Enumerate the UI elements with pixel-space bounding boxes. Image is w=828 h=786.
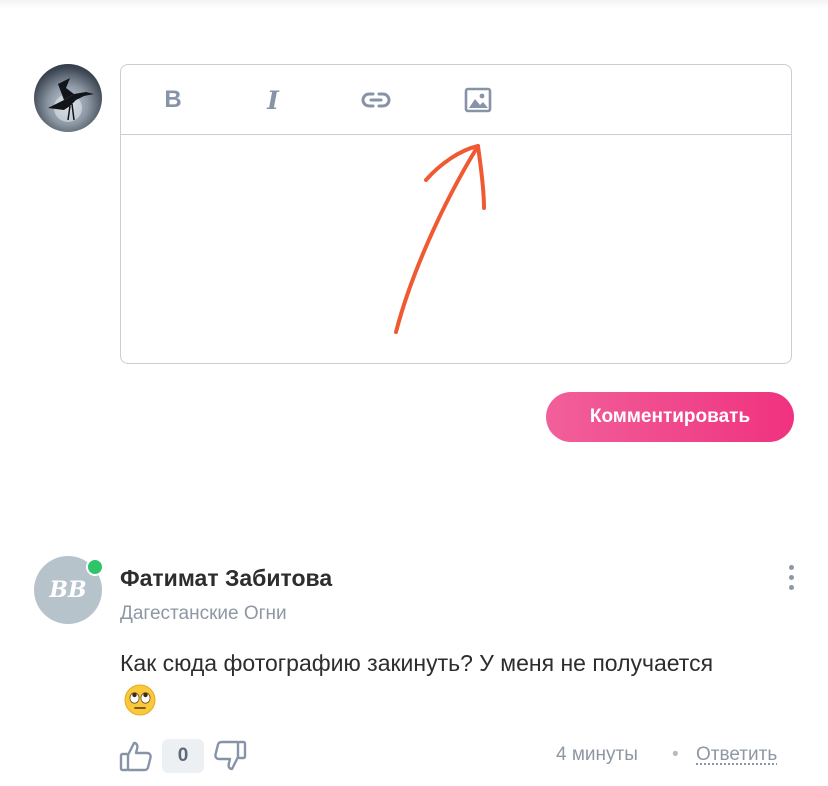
link-icon — [361, 92, 391, 108]
comment-timestamp: 4 минуты — [556, 744, 638, 765]
editor-toolbar: B I — [121, 65, 791, 135]
comment-author-name[interactable]: Фатимат Забитова — [120, 565, 332, 592]
comment-author-source: Дагестанские Огни — [120, 603, 287, 624]
comment-editor[interactable]: B I — [120, 64, 792, 364]
like-count: 0 — [162, 739, 204, 773]
comment-text: Как сюда фотографию закинуть? У меня не … — [120, 650, 714, 676]
comment-body: Как сюда фотографию закинуть? У меня не … — [120, 644, 720, 722]
online-status-indicator — [86, 558, 104, 576]
like-button[interactable] — [118, 738, 154, 774]
image-icon — [464, 87, 492, 113]
more-dot-icon — [788, 564, 794, 570]
more-options-button[interactable] — [778, 560, 804, 594]
thumbs-down-icon — [214, 740, 247, 771]
current-user-avatar — [34, 64, 102, 132]
top-divider-shadow — [0, 0, 828, 8]
reply-link[interactable]: Ответить — [696, 744, 777, 766]
insert-image-button[interactable] — [461, 83, 495, 117]
bold-button[interactable]: B — [156, 83, 190, 117]
more-dot-icon — [788, 584, 794, 590]
thumbs-up-icon — [119, 741, 152, 772]
dislike-button[interactable] — [212, 738, 248, 774]
comment-text-area[interactable] — [121, 135, 791, 363]
italic-button[interactable]: I — [256, 83, 290, 117]
link-button[interactable] — [359, 83, 393, 117]
rolling-eyes-emoji-icon — [124, 684, 156, 716]
submit-comment-button[interactable]: Комментировать — [546, 392, 794, 442]
more-dot-icon — [788, 574, 794, 580]
meta-separator: • — [672, 744, 679, 765]
